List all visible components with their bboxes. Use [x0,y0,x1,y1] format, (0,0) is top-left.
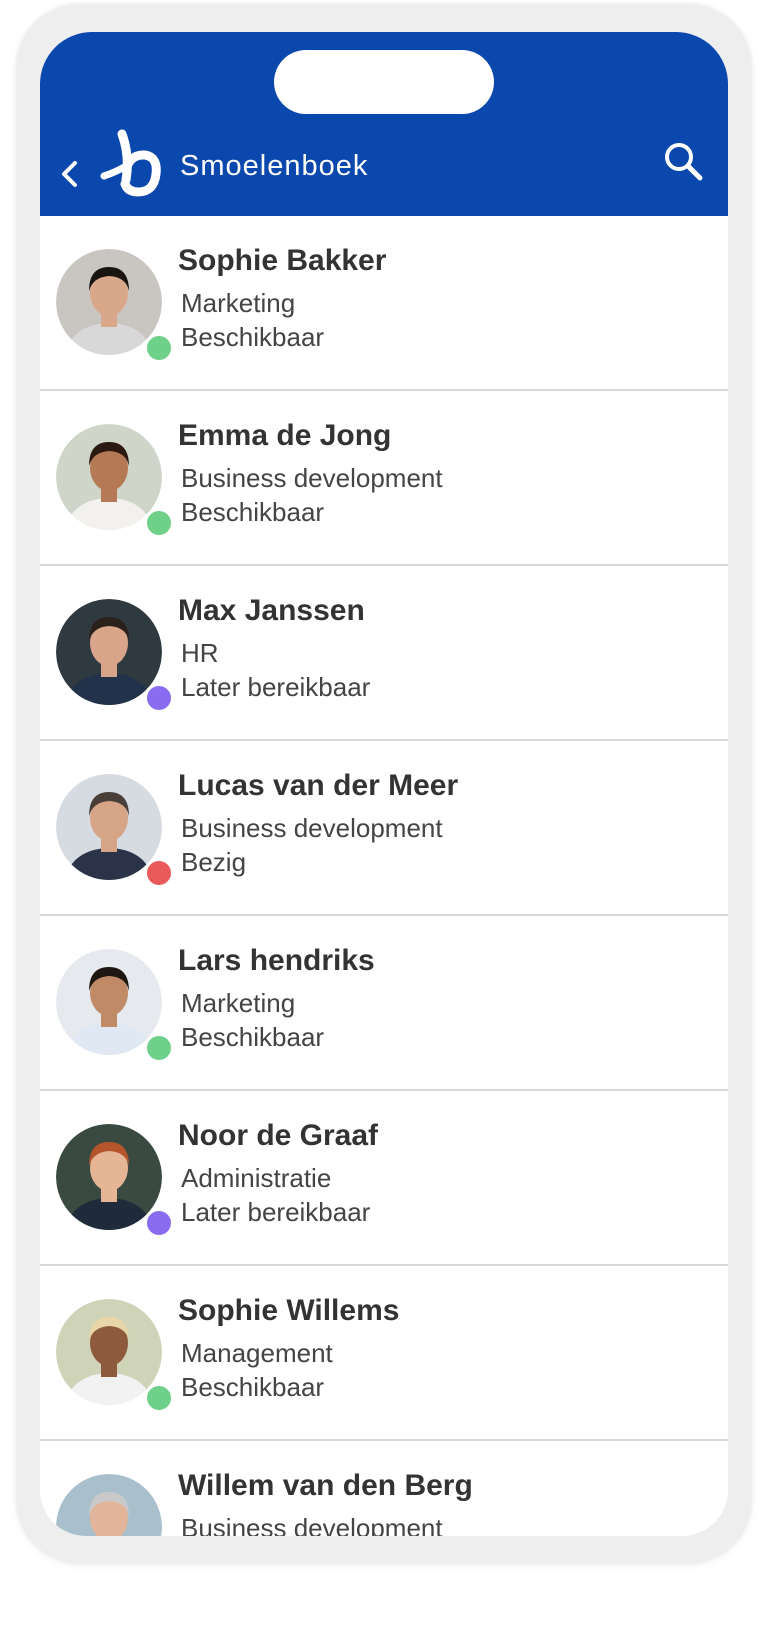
avatar-container [56,1299,174,1413]
status-indicator [144,1383,174,1413]
contact-row[interactable]: Noor de Graaf Administratie Later bereikba… [40,1091,728,1266]
person-name: Willem van den Berg [178,1469,473,1502]
status-indicator [144,508,174,538]
person-status: Beschikbaar [181,497,325,527]
people-list: Sophie Bakker Marketing Beschikbaar Emma de… [40,216,728,1536]
person-name: Noor de Graaf [178,1119,379,1152]
avatar-container [56,1124,174,1238]
person-name: Sophie Bakker [178,244,387,277]
person-department: Business development [181,1513,443,1536]
search-button[interactable] [660,138,708,186]
contact-row[interactable]: Max Janssen HR Later bereikbaar [40,566,728,741]
person-status: Beschikbaar [181,322,325,352]
person-name: Lucas van der Meer [178,769,459,802]
person-name: Emma de Jong [178,419,392,452]
status-indicator [144,1033,174,1063]
contact-row[interactable]: Willem van den Berg Business development [40,1441,728,1536]
person-status: Beschikbaar [181,1372,325,1402]
person-department: Management [181,1338,333,1368]
contact-row[interactable]: Lars hendriks Marketing Beschikbaar [40,916,728,1091]
status-indicator [144,858,174,888]
person-department: Business development [181,463,443,493]
person-status: Beschikbaar [181,1022,325,1052]
avatar-container [56,249,174,363]
status-indicator [144,683,174,713]
person-name: Sophie Willems [178,1294,400,1327]
person-name: Max Janssen [178,594,365,627]
person-department: Marketing [181,288,296,318]
person-department: Business development [181,813,443,843]
person-status: Bezig [181,847,247,877]
chevron-left-icon [62,161,77,187]
contact-row[interactable]: Lucas van der Meer Business development Be… [40,741,728,916]
search-icon [665,143,703,181]
back-button[interactable] [52,156,88,192]
contact-row[interactable]: Sophie Bakker Marketing Beschikbaar [40,216,728,391]
person-status: Later bereikbaar [181,672,371,702]
status-indicator [144,333,174,363]
contact-row[interactable]: Emma de Jong Business development Beschikb… [40,391,728,566]
avatar-container [56,949,174,1063]
contact-row[interactable]: Sophie Willems Management Beschikbaar [40,1266,728,1441]
avatar-container [56,599,174,713]
person-department: Marketing [181,988,296,1018]
app-header: Smoelenboek [40,32,728,216]
person-status: Later bereikbaar [181,1197,371,1227]
status-indicator [144,1208,174,1238]
app-logo [100,129,161,197]
person-department: HR [181,638,219,668]
page-title: Smoelenboek [180,150,369,182]
avatar-container [56,1474,164,1536]
person-department: Administratie [181,1163,332,1193]
avatar-container [56,424,174,538]
app-screen: Smoelenboek Sophie Bakker Marketing Beschi… [40,32,728,1536]
avatar-container [56,774,174,888]
dynamic-island [274,50,494,114]
avatar [56,1474,162,1536]
person-name: Lars hendriks [178,944,375,977]
